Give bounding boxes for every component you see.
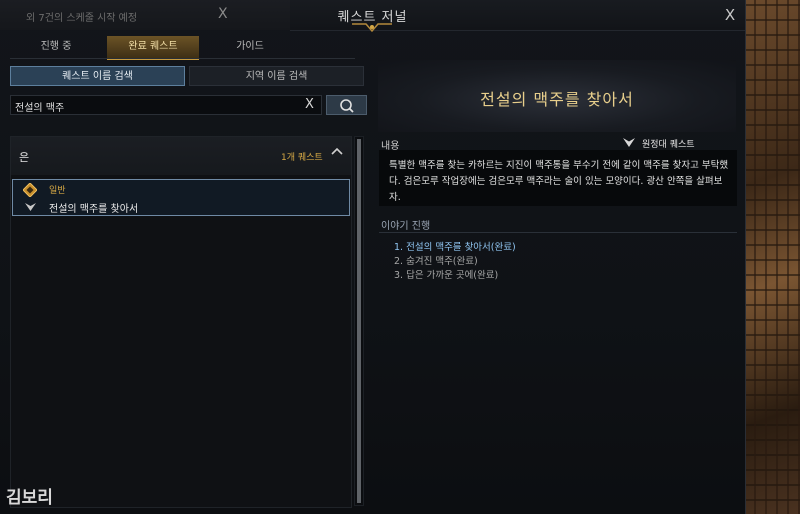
story-step: 1. 전설의 맥주를 찾아서(완료) — [394, 242, 516, 253]
quest-list-panel: 은 1개 퀘스트 일반 전설의 맥주를 찾아서 — [10, 136, 352, 508]
story-steps: 1. 전설의 맥주를 찾아서(완료) 2. 숨겨진 맥주(완료) 3. 답은 가… — [394, 241, 516, 283]
story-divider — [379, 232, 737, 233]
search-button[interactable] — [326, 95, 367, 115]
quest-group-name: 은 — [19, 151, 30, 164]
quest-category: 일반 — [49, 186, 66, 196]
general-quest-icon — [23, 183, 37, 197]
expedition-quest-icon — [25, 203, 36, 211]
quest-name: 전설의 맥주를 찾아서 — [49, 204, 139, 215]
quest-journal-window: 외 7건의 스케줄 시작 예정 X 퀘스트 저널 X 진행 중 완료 퀘스트 가… — [0, 0, 746, 514]
game-background-right — [745, 0, 800, 514]
quest-list-item[interactable]: 일반 전설의 맥주를 찾아서 — [12, 179, 350, 216]
search-by-quest-name-button[interactable]: 퀘스트 이름 검색 — [10, 66, 185, 86]
search-by-region-name-button[interactable]: 지역 이름 검색 — [189, 66, 364, 86]
tab-in-progress[interactable]: 진행 중 — [10, 36, 102, 58]
quest-description: 특별한 맥주를 찾는 카하르는 지진이 맥주통을 부수기 전에 같이 맥주를 찾… — [389, 160, 729, 203]
chevron-up-icon[interactable] — [331, 146, 343, 156]
search-icon — [340, 99, 354, 113]
tab-completed[interactable]: 완료 퀘스트 — [107, 36, 199, 60]
search-clear-button[interactable]: X — [305, 97, 314, 112]
expedition-quest-icon — [623, 138, 635, 147]
story-step: 2. 숨겨진 맥주(완료) — [394, 256, 478, 267]
quest-description-box: 특별한 맥주를 찾는 카하르는 지진이 맥주통을 부수기 전에 같이 맥주를 찾… — [379, 150, 737, 206]
tab-guide[interactable]: 가이드 — [204, 36, 296, 58]
quest-detail-title: 전설의 맥주를 찾아서 — [480, 90, 634, 109]
scrollbar-thumb[interactable] — [357, 139, 361, 503]
search-mode-tabs: 퀘스트 이름 검색 지역 이름 검색 — [10, 66, 368, 86]
title-ornament-icon — [352, 23, 392, 33]
story-step: 3. 답은 가까운 곳에(완료) — [394, 270, 499, 281]
quest-group-header[interactable]: 은 1개 퀘스트 — [11, 137, 351, 175]
tab-divider — [10, 58, 355, 59]
search-input[interactable]: 전설의 맥주 X — [10, 95, 322, 115]
search-input-value: 전설의 맥주 — [15, 103, 65, 114]
window-close-button[interactable]: X — [720, 5, 740, 25]
quest-type-badge: 원정대 퀘스트 — [642, 140, 695, 150]
quest-tabs: 진행 중 완료 퀘스트 가이드 — [10, 36, 350, 60]
quest-group-count: 1개 퀘스트 — [281, 153, 323, 163]
watermark: 김보리 — [6, 488, 53, 508]
story-section-label: 이야기 진행 — [381, 221, 431, 232]
quest-list-scrollbar[interactable] — [354, 136, 364, 506]
quest-detail-banner: 전설의 맥주를 찾아서 — [378, 60, 736, 132]
